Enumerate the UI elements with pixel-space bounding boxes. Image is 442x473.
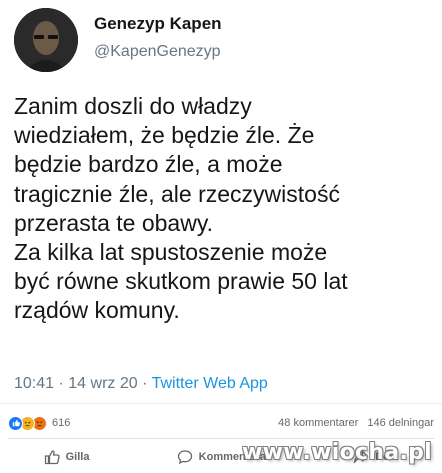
meta-separator: · [142,375,148,392]
tweet-line: wiedziałem, że będzie źle. Że [14,122,315,149]
divider [0,403,442,404]
engagement-counts: 48 kommentarer 146 delningar [278,417,434,429]
thumbs-up-icon [44,450,60,465]
tweet-line: Zanim doszli do władzy [14,93,252,119]
tweet-line: Za kilka lat spustoszenie może [14,239,328,266]
tweet-line: być równe skutkom prawie 50 lat [14,268,348,295]
author-name[interactable]: Genezyp Kapen [94,14,222,34]
reactions-summary[interactable]: 616 [8,414,70,432]
tweet-card: Genezyp Kapen @KapenGenezyp Zanim doszli… [0,0,442,400]
site-watermark: www.wiocha.pl [242,440,432,465]
tweet-line: przerasta te obawy. [14,209,214,236]
shares-count[interactable]: 146 delningar [367,417,434,429]
tweet-source[interactable]: Twitter Web App [152,375,268,392]
comment-icon [177,450,192,465]
tweet-meta: 10:41 · 14 wrz 20 · Twitter Web App [14,375,268,393]
tweet-text: Zanim doszli do władzy wiedziałem, że bę… [14,92,434,326]
divider [8,438,434,439]
tweet-time[interactable]: 10:41 [14,375,54,392]
comments-count[interactable]: 48 kommentarer [278,417,358,429]
tweet-line: rządów komuny. [14,297,180,324]
like-icon [8,415,23,431]
avatar[interactable] [14,8,78,72]
tweet-date[interactable]: 14 wrz 20 [68,375,137,392]
like-button[interactable]: Gilla [44,446,90,468]
meta-separator: · [58,375,64,392]
tweet-line: tragicznie źle, ale rzeczywistość [14,180,340,207]
reaction-count: 616 [52,417,71,429]
author-handle[interactable]: @KapenGenezyp [94,43,221,61]
tweet-line: będzie bardzo źle, a może [14,151,283,178]
like-label: Gilla [65,451,90,463]
